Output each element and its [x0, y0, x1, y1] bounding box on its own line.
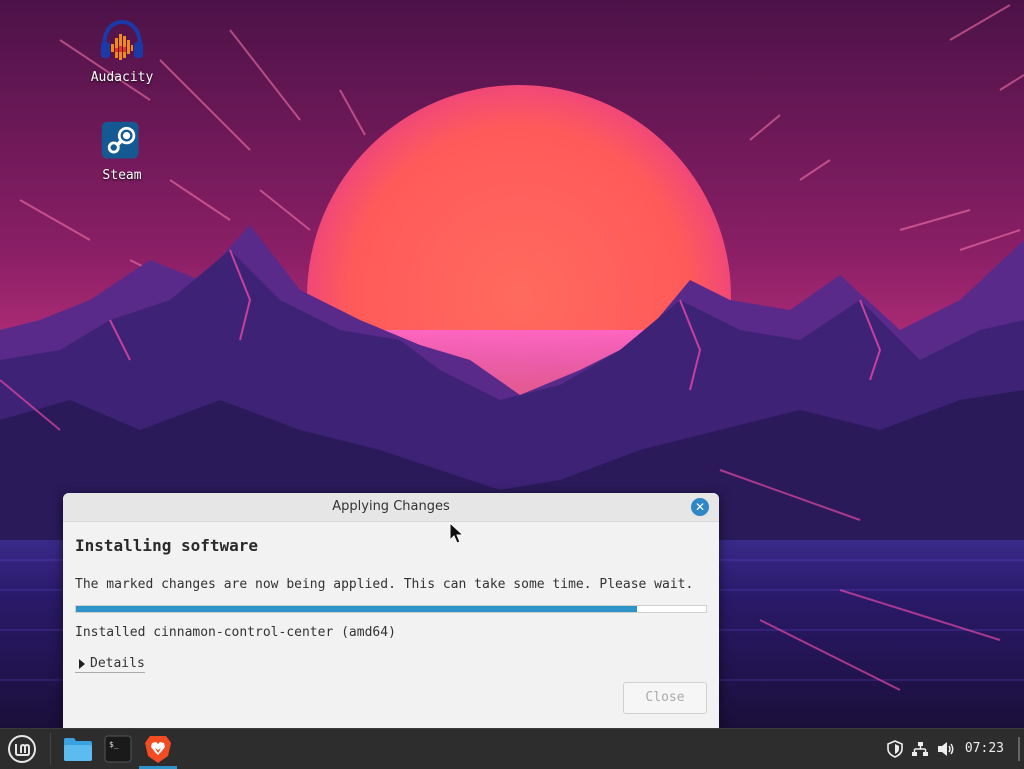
desktop-icon-audacity[interactable]: Audacity	[77, 18, 167, 85]
tray-network[interactable]	[909, 729, 931, 769]
shield-icon	[887, 740, 903, 758]
menu-button[interactable]	[2, 729, 42, 769]
dialog-title: Applying Changes	[332, 499, 450, 514]
tray-volume[interactable]	[934, 729, 958, 769]
taskbar-separator	[50, 733, 51, 765]
volume-icon	[938, 742, 954, 756]
linux-mint-menu-icon	[8, 735, 36, 763]
desktop-icon-label: Steam	[102, 168, 142, 183]
progress-bar	[75, 605, 707, 613]
close-button[interactable]: Close	[623, 682, 707, 714]
terminal-icon: $_	[104, 735, 132, 763]
mouse-cursor-icon	[449, 522, 465, 544]
dialog-titlebar[interactable]: Applying Changes ✕	[63, 493, 719, 522]
svg-text:$_: $_	[109, 740, 119, 749]
progress-status: Installed cinnamon-control-center (amd64…	[75, 625, 396, 640]
folder-icon	[64, 738, 92, 761]
applying-changes-dialog: Applying Changes ✕ Installing software T…	[63, 493, 719, 733]
brave-browser-icon	[145, 736, 171, 763]
steam-icon	[101, 121, 139, 159]
taskbar: $_ 07:23	[0, 728, 1024, 769]
progress-fill	[76, 606, 637, 612]
network-icon	[912, 742, 928, 756]
desktop-icon-label: Audacity	[90, 70, 154, 85]
details-label: Details	[90, 656, 145, 671]
tray-shield[interactable]	[884, 729, 906, 769]
taskbar-brave[interactable]	[138, 729, 178, 769]
desktop-icon-steam[interactable]: Steam	[77, 120, 167, 183]
taskbar-terminal[interactable]: $_	[98, 729, 138, 769]
dialog-heading: Installing software	[75, 536, 259, 555]
show-desktop-button[interactable]	[1018, 737, 1020, 761]
expand-arrow-icon	[79, 658, 85, 669]
close-icon[interactable]: ✕	[691, 498, 709, 516]
audacity-icon	[101, 19, 143, 60]
clock[interactable]: 07:23	[965, 741, 1004, 756]
details-expander[interactable]: Details	[75, 656, 145, 673]
dialog-message: The marked changes are now being applied…	[75, 577, 694, 592]
taskbar-files[interactable]	[58, 729, 98, 769]
